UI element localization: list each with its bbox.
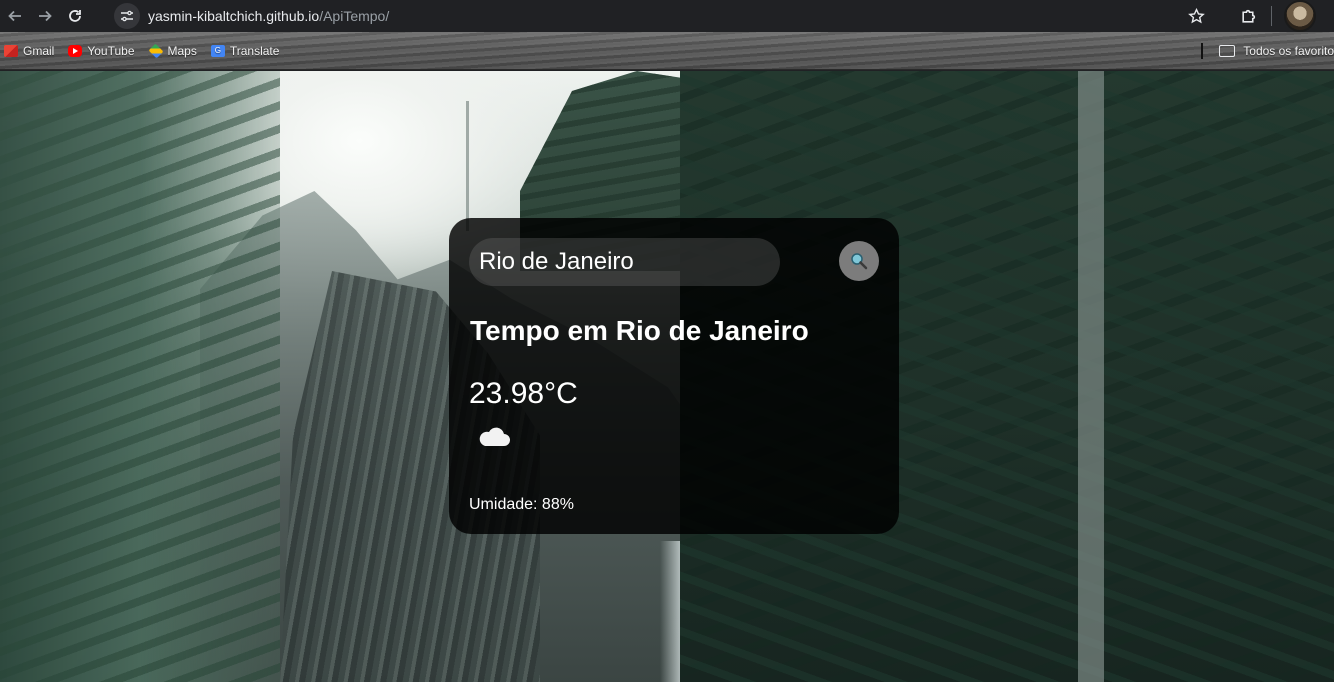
cloud-icon <box>479 427 510 446</box>
arrow-left-icon <box>8 10 21 22</box>
browser-toolbar: yasmin-kibaltchich.github.io/ApiTempo/ <box>0 0 1334 32</box>
bookmarks-bar: Gmail YouTube Maps G Translate Todos os … <box>0 32 1334 70</box>
profile-avatar[interactable] <box>1284 0 1316 32</box>
bookmark-translate[interactable]: G Translate <box>210 43 280 58</box>
site-info-button[interactable] <box>114 2 140 29</box>
weather-title: Tempo em Rio de Janeiro <box>470 315 809 346</box>
translate-icon: G <box>210 44 225 57</box>
weather-card: Tempo em Rio de Janeiro 23.98°C Umidade:… <box>449 218 899 534</box>
extensions-button[interactable] <box>1231 1 1265 31</box>
bookmark-label: YouTube <box>87 43 135 58</box>
background-forest-left <box>0 71 280 682</box>
puzzle-icon <box>1241 9 1255 23</box>
bookmark-gmail[interactable]: Gmail <box>4 44 54 58</box>
reload-button[interactable] <box>60 2 90 30</box>
bookmark-maps[interactable]: Maps <box>148 43 197 58</box>
temperature: 23.98°C <box>469 377 578 410</box>
search-row <box>469 238 879 286</box>
bookmark-star-button[interactable] <box>1179 1 1213 31</box>
arrow-right-icon <box>39 10 52 22</box>
all-bookmarks-folder[interactable]: Todos os favorito <box>1219 44 1334 58</box>
search-button[interactable] <box>839 241 879 281</box>
bookmark-youtube[interactable]: YouTube <box>68 43 135 58</box>
back-button[interactable] <box>0 2 30 30</box>
background-tree-trunk <box>466 101 469 231</box>
maps-icon <box>148 43 163 58</box>
forward-button[interactable] <box>30 2 60 30</box>
gmail-icon <box>4 44 18 57</box>
url-host: yasmin-kibaltchich.github.io <box>148 7 320 24</box>
bookmark-label: Translate <box>229 43 280 58</box>
reload-icon <box>69 10 81 22</box>
star-icon <box>1187 7 1205 23</box>
toolbar-divider <box>1271 6 1272 26</box>
youtube-icon <box>68 44 83 57</box>
address-bar[interactable]: yasmin-kibaltchich.github.io/ApiTempo/ <box>114 2 1164 29</box>
url-path: /ApiTempo/ <box>319 7 390 24</box>
bookmarks-separator <box>1201 43 1204 59</box>
page-background: Tempo em Rio de Janeiro 23.98°C Umidade:… <box>0 71 1334 682</box>
bookmark-label: Gmail <box>23 43 55 58</box>
city-search-input[interactable] <box>469 238 780 286</box>
folder-icon <box>1219 45 1236 57</box>
magnifier-icon <box>851 253 868 270</box>
humidity: Umidade: 88% <box>469 496 574 513</box>
background-tree-trunk <box>1078 71 1104 682</box>
tune-icon <box>121 10 133 21</box>
all-bookmarks-label: Todos os favorito <box>1243 44 1334 58</box>
bookmark-label: Maps <box>167 43 197 58</box>
